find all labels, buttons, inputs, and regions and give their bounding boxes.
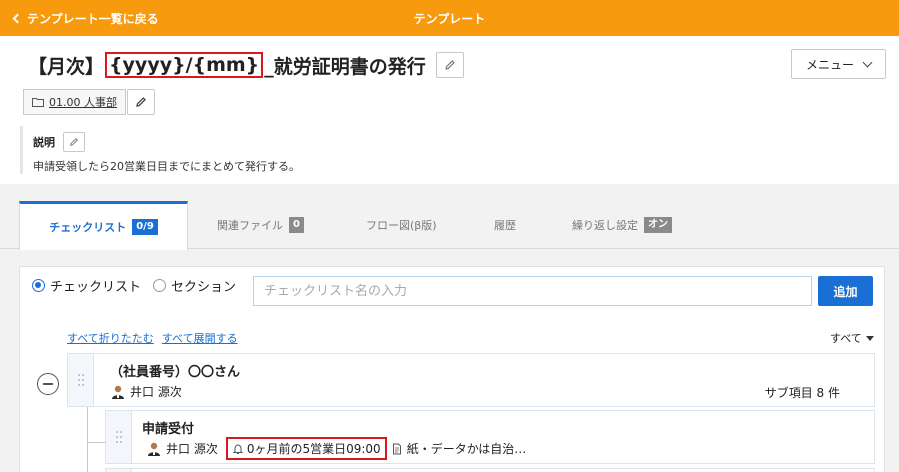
radio-section[interactable]: セクション bbox=[153, 276, 236, 295]
expand-all-link[interactable]: すべて展開する bbox=[162, 330, 238, 346]
filter-dropdown[interactable]: すべて bbox=[830, 330, 874, 346]
tab-flow-diagram[interactable]: フロー図(β版) bbox=[366, 201, 437, 249]
tree-line bbox=[87, 407, 88, 472]
title-prefix: 【月次】 bbox=[28, 55, 105, 78]
title-suffix: _就労証明書の発行 bbox=[264, 55, 426, 78]
edit-title-button[interactable] bbox=[435, 52, 464, 78]
folder-row: 01.00 人事部 bbox=[23, 89, 155, 115]
radio-checklist[interactable]: チェックリスト bbox=[32, 276, 141, 295]
checklist-item-child[interactable]: 申請受付 井口 源次 0ヶ月前の5営業日09:00 紙・データかは自治… bbox=[105, 410, 875, 464]
description-header: 説明 bbox=[33, 130, 880, 154]
item-note: 紙・データかは自治… bbox=[406, 442, 527, 456]
avatar-icon bbox=[112, 385, 124, 399]
tab-repeat-settings[interactable]: 繰り返し設定 オン bbox=[572, 201, 672, 249]
sub-item-count: サブ項目 8 件 bbox=[764, 386, 840, 400]
tabs-area: チェックリスト 0/9 関連ファイル 0 フロー図(β版) 履歴 繰り返し設定 … bbox=[0, 184, 899, 472]
tab-label: 関連ファイル bbox=[217, 219, 283, 232]
radio-button-unchecked[interactable] bbox=[153, 279, 167, 292]
deadline-badge[interactable]: 0ヶ月前の5営業日09:00 bbox=[225, 437, 387, 460]
tab-label: 繰り返し設定 bbox=[572, 219, 638, 232]
item-title: （社員番号）〇〇さん bbox=[110, 365, 241, 380]
tab-badge: オン bbox=[644, 217, 672, 233]
drag-handle[interactable] bbox=[106, 411, 132, 463]
radio-label: セクション bbox=[171, 280, 237, 295]
title-date-variable: {yyyy}/{mm} bbox=[105, 52, 264, 78]
tree-line bbox=[87, 442, 105, 443]
top-bar: テンプレート一覧に戻る テンプレート bbox=[0, 0, 899, 36]
drag-grip-icon bbox=[115, 431, 122, 443]
collapse-section-button[interactable] bbox=[37, 373, 59, 395]
drag-handle[interactable] bbox=[68, 354, 94, 406]
tab-checklist[interactable]: チェックリスト 0/9 bbox=[19, 201, 188, 250]
pencil-icon bbox=[445, 60, 455, 70]
collapse-all-link[interactable]: すべて折りたたむ bbox=[67, 330, 154, 346]
edit-folder-button[interactable] bbox=[127, 89, 155, 115]
description-label: 説明 bbox=[33, 136, 55, 149]
filter-label: すべて bbox=[830, 332, 862, 345]
radio-label: チェックリスト bbox=[50, 280, 142, 295]
page-title: 【月次】 {yyyy}/{mm} _就労証明書の発行 bbox=[28, 52, 426, 79]
edit-description-button[interactable] bbox=[63, 132, 85, 152]
item-meta: 井口 源次 0ヶ月前の5営業日09:00 紙・データかは自治… bbox=[146, 437, 526, 460]
folder-label: 01.00 人事部 bbox=[49, 96, 117, 109]
deadline-text: 0ヶ月前の5営業日09:00 bbox=[246, 442, 381, 456]
tab-bar: チェックリスト 0/9 関連ファイル 0 フロー図(β版) 履歴 繰り返し設定 … bbox=[0, 201, 899, 250]
add-button[interactable]: 追加 bbox=[818, 276, 873, 306]
checklist-panel: チェックリスト セクション 追加 すべて折りたたむ すべて展開する すべて bbox=[19, 266, 885, 472]
title-row: 【月次】 {yyyy}/{mm} _就労証明書の発行 bbox=[28, 50, 464, 80]
drag-grip-icon bbox=[77, 374, 84, 386]
caret-down-icon bbox=[865, 335, 874, 341]
pencil-icon bbox=[136, 97, 146, 107]
topbar-title: テンプレート bbox=[413, 12, 486, 26]
document-icon bbox=[392, 443, 401, 454]
description-text: 申請受領したら20営業日目までにまとめて発行する。 bbox=[33, 160, 300, 173]
tab-badge: 0/9 bbox=[132, 219, 158, 235]
bell-icon bbox=[232, 443, 244, 454]
tab-label: チェックリスト bbox=[49, 221, 127, 234]
assignee-name: 井口 源次 bbox=[166, 442, 218, 456]
fold-links: すべて折りたたむ すべて展開する bbox=[67, 330, 238, 346]
tab-history[interactable]: 履歴 bbox=[494, 201, 516, 249]
checklist-item-partial[interactable] bbox=[105, 468, 875, 472]
item-type-selector: チェックリスト セクション bbox=[32, 276, 248, 295]
tab-label: フロー図(β版) bbox=[366, 219, 437, 232]
checklist-name-input[interactable] bbox=[253, 276, 812, 306]
item-meta: 井口 源次 bbox=[110, 383, 182, 400]
menu-label: メニュー bbox=[805, 57, 854, 72]
pencil-icon bbox=[70, 138, 78, 146]
menu-button[interactable]: メニュー bbox=[791, 49, 886, 79]
folder-link[interactable]: 01.00 人事部 bbox=[23, 89, 126, 115]
folder-icon bbox=[32, 98, 44, 107]
chevron-down-icon bbox=[862, 57, 873, 67]
checklist-item-parent[interactable]: （社員番号）〇〇さん 井口 源次 サブ項目 8 件 bbox=[67, 353, 875, 407]
tab-related-files[interactable]: 関連ファイル 0 bbox=[217, 201, 304, 249]
item-title: 申請受付 bbox=[142, 422, 195, 437]
assignee-name: 井口 源次 bbox=[130, 385, 182, 399]
tab-label: 履歴 bbox=[494, 219, 516, 232]
radio-button-checked[interactable] bbox=[32, 279, 45, 292]
description-section: 説明 申請受領したら20営業日目までにまとめて発行する。 bbox=[20, 126, 880, 174]
avatar-icon bbox=[148, 442, 160, 456]
tab-badge: 0 bbox=[289, 217, 304, 233]
